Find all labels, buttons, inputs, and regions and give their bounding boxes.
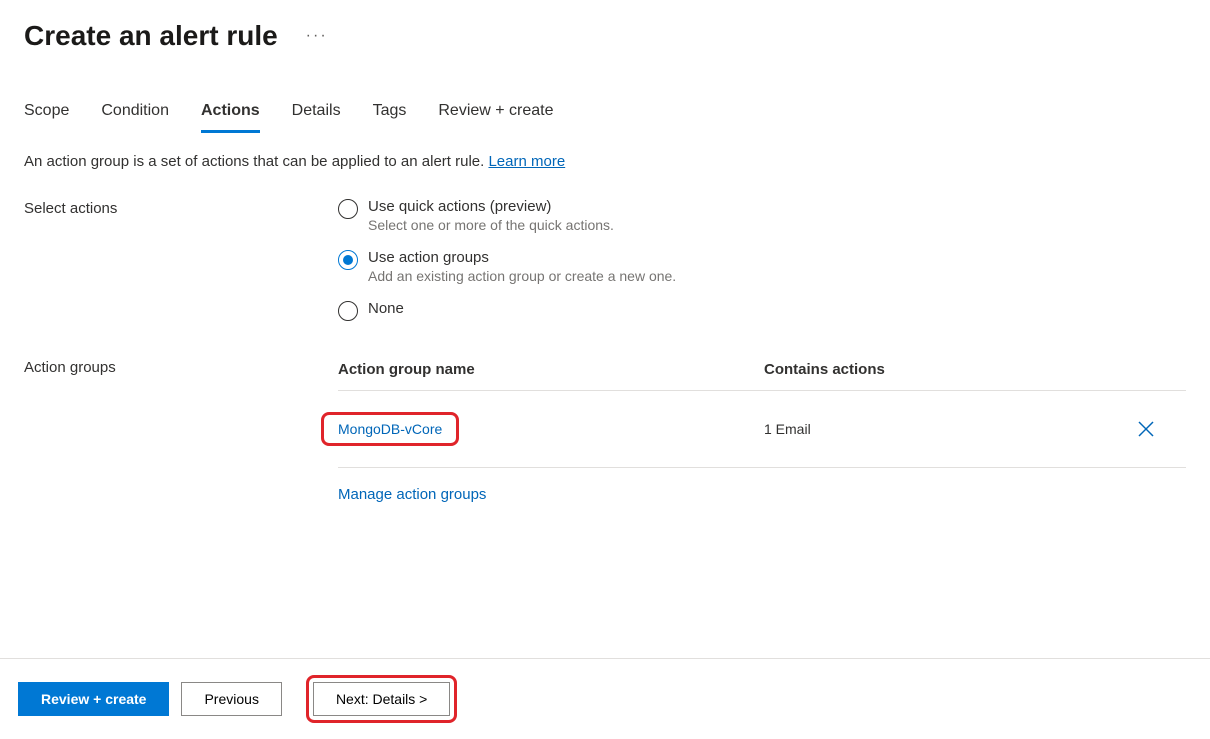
highlight-annotation: Next: Details > <box>306 675 457 723</box>
intro-text-body: An action group is a set of actions that… <box>24 153 488 170</box>
tab-tags[interactable]: Tags <box>373 102 407 133</box>
radio-action-groups[interactable]: Use action groups Add an existing action… <box>338 249 1186 284</box>
col-header-remove <box>1136 361 1186 378</box>
tab-review-create[interactable]: Review + create <box>438 102 553 133</box>
tab-condition[interactable]: Condition <box>101 102 169 133</box>
action-group-name-cell: MongoDB-vCore <box>338 412 764 446</box>
action-group-link[interactable]: MongoDB-vCore <box>338 421 442 437</box>
radio-icon <box>338 250 358 270</box>
highlight-annotation: MongoDB-vCore <box>321 412 459 446</box>
select-actions-label: Select actions <box>24 198 338 217</box>
radio-text: None <box>368 300 404 317</box>
action-groups-label: Action groups <box>24 357 338 376</box>
next-button[interactable]: Next: Details > <box>313 682 450 716</box>
radio-icon <box>338 199 358 219</box>
radio-quick-actions[interactable]: Use quick actions (preview) Select one o… <box>338 198 1186 233</box>
page-header: Create an alert rule ··· <box>0 0 1210 62</box>
action-group-contains-cell: 1 Email <box>764 421 1136 437</box>
page-title: Create an alert rule <box>24 20 278 52</box>
action-groups-table: Action group name Contains actions Mongo… <box>338 355 1186 503</box>
tab-scope[interactable]: Scope <box>24 102 69 133</box>
tab-content: An action group is a set of actions that… <box>0 133 1210 543</box>
close-icon <box>1136 419 1156 439</box>
tab-actions[interactable]: Actions <box>201 102 260 133</box>
radio-title: None <box>368 300 404 317</box>
learn-more-link[interactable]: Learn more <box>488 153 565 170</box>
radio-text: Use action groups Add an existing action… <box>368 249 676 284</box>
table-row: MongoDB-vCore 1 Email <box>338 391 1186 468</box>
col-header-contains: Contains actions <box>764 361 1136 378</box>
manage-action-groups-link[interactable]: Manage action groups <box>338 486 486 503</box>
action-group-remove-cell <box>1136 403 1186 455</box>
radio-subtitle: Select one or more of the quick actions. <box>368 217 614 233</box>
radio-title: Use action groups <box>368 249 676 266</box>
footer-bar: Review + create Previous Next: Details > <box>0 658 1210 739</box>
more-actions-button[interactable]: ··· <box>302 23 332 49</box>
previous-button[interactable]: Previous <box>181 682 281 716</box>
review-create-button[interactable]: Review + create <box>18 682 169 716</box>
radio-subtitle: Add an existing action group or create a… <box>368 268 676 284</box>
action-groups-header: Action group name Contains actions <box>338 355 1186 391</box>
intro-text: An action group is a set of actions that… <box>24 153 1186 170</box>
radio-none[interactable]: None <box>338 300 1186 321</box>
tab-details[interactable]: Details <box>292 102 341 133</box>
action-groups-row: Action groups Action group name Contains… <box>24 357 1186 503</box>
radio-text: Use quick actions (preview) Select one o… <box>368 198 614 233</box>
remove-button[interactable] <box>1136 399 1186 459</box>
radio-title: Use quick actions (preview) <box>368 198 614 215</box>
select-actions-row: Select actions Use quick actions (previe… <box>24 198 1186 337</box>
tab-bar: Scope Condition Actions Details Tags Rev… <box>0 62 1210 133</box>
radio-icon <box>338 301 358 321</box>
select-actions-options: Use quick actions (preview) Select one o… <box>338 198 1186 337</box>
col-header-name: Action group name <box>338 361 764 378</box>
